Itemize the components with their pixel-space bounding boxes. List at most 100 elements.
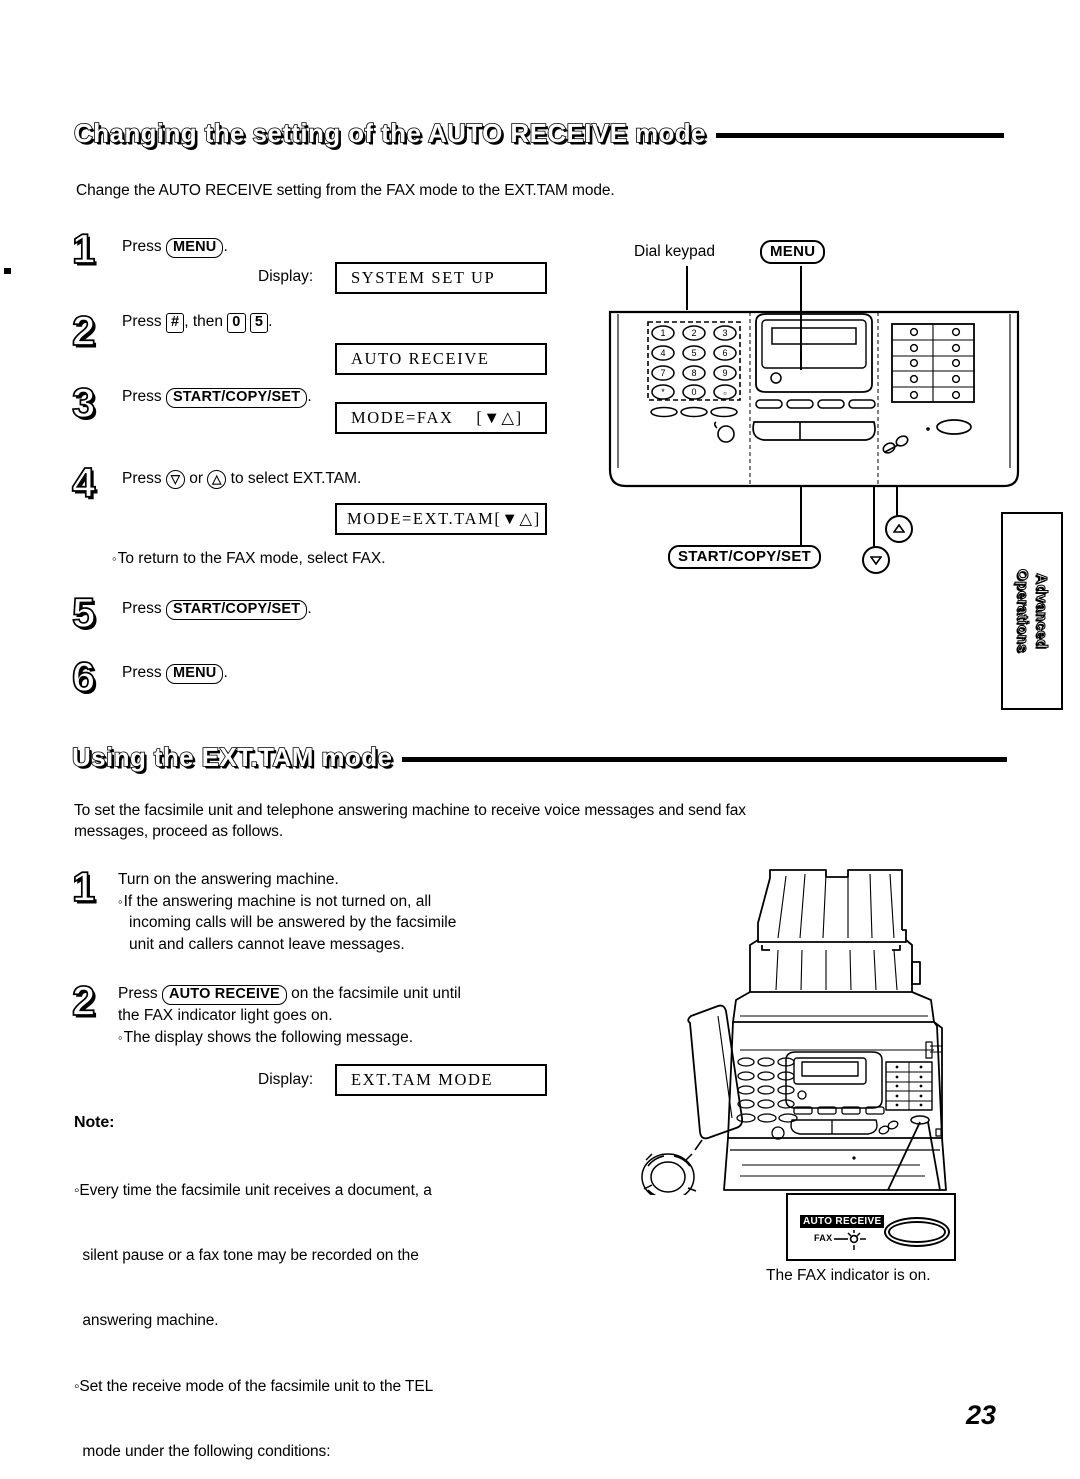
step-5-body: Press START/COPY/SET. (122, 598, 552, 620)
section-heading-1-text: Changing the setting of the AUTO RECEIVE… (73, 117, 706, 149)
svg-text:6: 6 (722, 348, 727, 358)
step-4-text-middle: or (189, 470, 204, 487)
step-2-text-middle: , then (184, 313, 223, 330)
side-tab-text: Advanced Operations (1013, 568, 1051, 654)
lcd-display-2-text: AUTO RECEIVE (351, 349, 490, 368)
arrow-down-key-label[interactable]: ▽ (165, 470, 185, 489)
lcd-display-5-text: EXT.TAM MODE (351, 1070, 494, 1089)
lcd-display-4-text: MODE=EXT.TAM[▼△] (347, 509, 541, 528)
step-number-4: 4 (71, 459, 96, 506)
section-2-step-number-1: 1 (71, 863, 96, 910)
step-6-text-before: Press (122, 664, 162, 681)
start-copy-set-key-label-1[interactable]: START/COPY/SET (165, 388, 308, 408)
step-4-text-after: to select EXT.TAM. (230, 470, 362, 487)
note-title: Note: (74, 1114, 115, 1131)
step-number-6: 6 (71, 653, 96, 700)
auto-receive-indicator-label: AUTO RECEIVE (800, 1215, 885, 1228)
section-2-step-2-bullet: The display shows the following message. (118, 1027, 568, 1049)
lcd-display-1-text: SYSTEM SET UP (351, 268, 496, 287)
step-number-3: 3 (71, 379, 96, 426)
section-2-step-2-body: Press AUTO RECEIVE on the facsimile unit… (118, 983, 568, 1048)
step-5-text-before: Press (122, 600, 162, 617)
svg-text:1: 1 (660, 328, 665, 338)
step-1-body: Press MENU. (122, 236, 552, 258)
step-4-body: Press ▽ or △ to select EXT.TAM. (122, 468, 562, 490)
section-2-step-2-text-before: Press (118, 985, 158, 1002)
section-2-intro: To set the facsimile unit and telephone … (74, 800, 984, 842)
arrow-up-callout-icon (885, 515, 913, 543)
heading-rule-2 (402, 757, 1007, 762)
fax-led-glow-icon (834, 1230, 866, 1250)
display-label-1: Display: (258, 268, 314, 285)
lcd-display-mode-ext-tam: MODE=EXT.TAM[▼△] (335, 503, 547, 535)
menu-callout-key: MENU (760, 240, 826, 264)
section-1-intro: Change the AUTO RECEIVE setting from the… (76, 182, 615, 199)
registration-mark (4, 268, 11, 274)
lcd-display-3-text: MODE=FAX [▼△] (351, 408, 523, 427)
section-2-step-2-bullet-text: The display shows the following message. (118, 1029, 413, 1046)
lcd-display-mode-fax: MODE=FAX [▼△] (335, 402, 547, 434)
note-line-3: answering machine. (74, 1312, 219, 1330)
auto-receive-indicator-callout: AUTO RECEIVE FAX (786, 1193, 956, 1261)
start-copy-set-callout-key: START/COPY/SET (668, 545, 822, 569)
section-2-step-1-bullet-2: incoming calls will be answered by the f… (129, 914, 457, 931)
step-5-text-after: . (307, 600, 312, 617)
section-2-intro-line-1: To set the facsimile unit and telephone … (74, 802, 746, 819)
auto-receive-key-label[interactable]: AUTO RECEIVE (161, 985, 287, 1005)
step-6-body: Press MENU. (122, 662, 552, 684)
step-number-2: 2 (71, 307, 96, 354)
section-2-step-2-line-2: the FAX indicator light goes on. (118, 1007, 333, 1024)
fax-machine-illustration (641, 869, 947, 1195)
svg-text:8: 8 (691, 368, 696, 378)
svg-text:7: 7 (660, 368, 665, 378)
svg-text:9: 9 (722, 368, 727, 378)
manual-page: Changing the setting of the AUTO RECEIVE… (0, 0, 1080, 1479)
section-2-step-1-bullet-1: If the answering machine is not turned o… (118, 891, 558, 913)
menu-key-label[interactable]: MENU (165, 238, 224, 258)
section-2-step-2-line-1: Press AUTO RECEIVE on the facsimile unit… (118, 983, 568, 1005)
triangle-up-glyph (893, 523, 905, 533)
note-line-2: silent pause or a fax tone may be record… (74, 1246, 419, 1264)
note-line-4: ◦Set the receive mode of the facsimile u… (74, 1377, 434, 1395)
display-label-2: Display: (258, 1071, 314, 1088)
lcd-display-system-set-up: SYSTEM SET UP (335, 262, 547, 294)
section-2-step-2-text-after: on the facsimile unit until (291, 985, 461, 1002)
start-copy-set-leader (800, 486, 802, 546)
note-line-1: ◦Every time the facsimile unit receives … (74, 1181, 432, 1199)
triangle-down-glyph (870, 556, 882, 566)
section-heading-2-text: Using the EXT.TAM mode (71, 741, 393, 773)
side-tab-line-2: Operations (1013, 568, 1031, 654)
digit-0-key-label[interactable]: 0 (227, 313, 246, 333)
svg-text:2: 2 (691, 328, 696, 338)
step-number-1: 1 (71, 225, 96, 272)
hash-key-label[interactable]: # (165, 313, 185, 333)
start-copy-set-key-label-2[interactable]: START/COPY/SET (165, 600, 308, 620)
section-heading-1: Changing the setting of the AUTO RECEIVE… (73, 117, 1004, 149)
svg-text:4: 4 (660, 348, 665, 358)
step-2-text-after: . (268, 313, 273, 330)
step-2-body: Press #, then 0 5. (122, 311, 552, 333)
svg-text:3: 3 (722, 328, 727, 338)
heading-rule (715, 133, 1004, 138)
page-number: 23 (966, 1400, 997, 1430)
digit-5-key-label[interactable]: 5 (249, 313, 269, 333)
menu-key-label-2[interactable]: MENU (165, 664, 224, 684)
auto-receive-button-oval-inner (888, 1221, 946, 1243)
step-3-text-before: Press (122, 388, 162, 405)
step-4-text-before: Press (122, 470, 162, 487)
arrow-down-callout-icon (862, 546, 890, 574)
arrow-up-key-label[interactable]: △ (207, 470, 227, 489)
note-line-5: mode under the following conditions: (74, 1443, 331, 1461)
svg-text:5: 5 (691, 348, 696, 358)
section-2-step-1-line-1: Turn on the answering machine. (118, 871, 339, 888)
svg-text:0: 0 (691, 387, 696, 397)
step-6-text-after: . (223, 664, 228, 681)
section-2-step-number-2: 2 (71, 977, 96, 1024)
section-2-step-1-bullet-1-text: If the answering machine is not turned o… (118, 893, 431, 910)
dial-keypad-label: Dial keypad (634, 243, 715, 260)
side-tab-line-1: Advanced (1032, 573, 1050, 650)
section-2-step-1-body: Turn on the answering machine. If the an… (118, 869, 558, 955)
step-2-text-before: Press (122, 313, 162, 330)
step-1-text-after: . (223, 238, 228, 255)
side-tab-advanced-operations: Advanced Operations (1001, 512, 1063, 710)
